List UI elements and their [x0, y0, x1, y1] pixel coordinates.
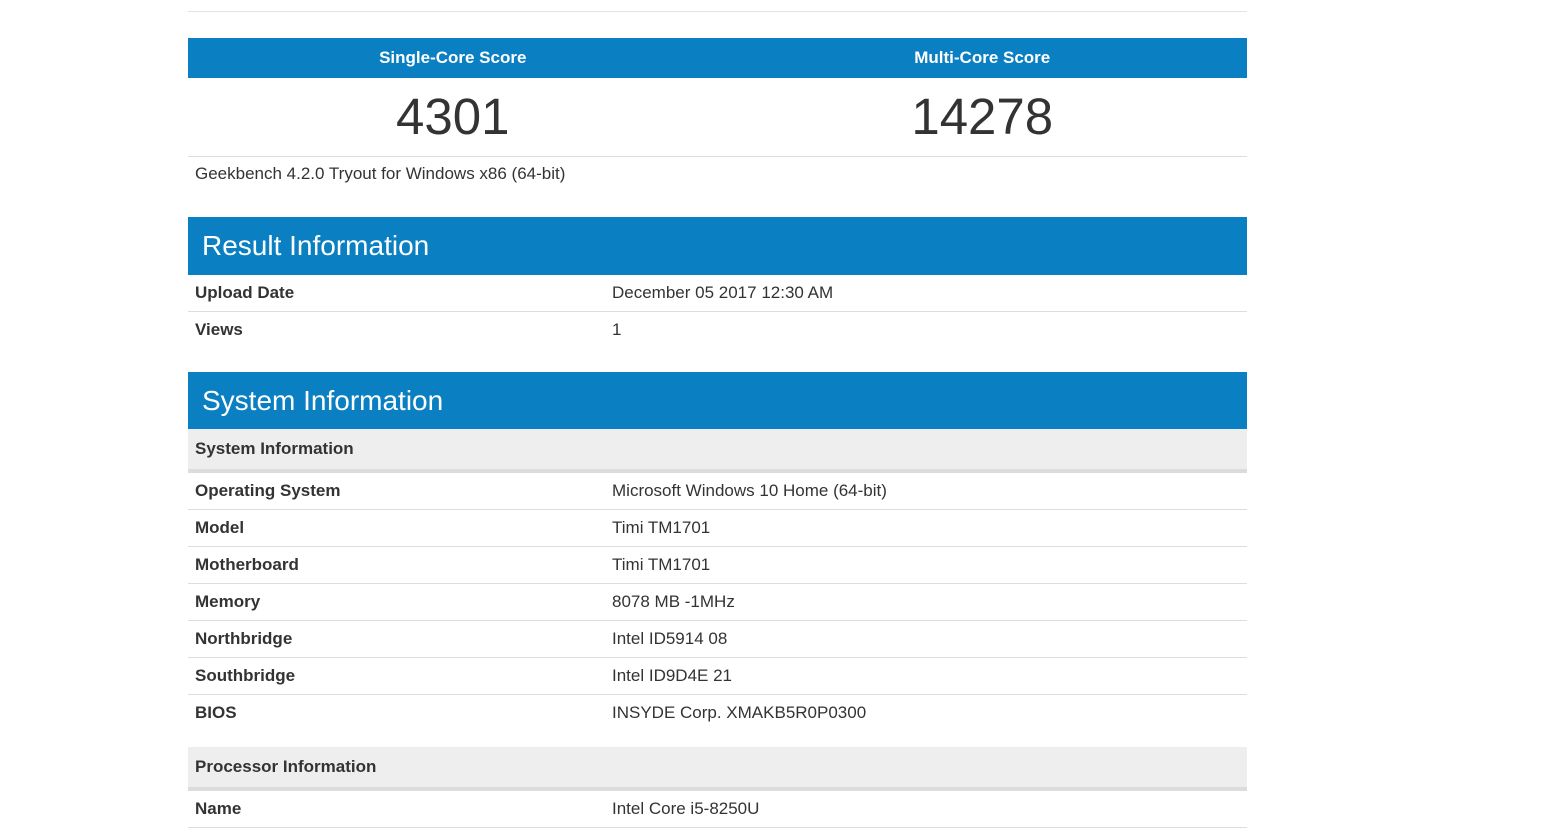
table-row: Views 1: [188, 312, 1247, 348]
row-key: Southbridge: [195, 666, 296, 685]
score-values: 4301 14278: [188, 78, 1247, 157]
processor-information-subheading: Processor Information: [188, 747, 1247, 791]
row-key: BIOS: [195, 703, 237, 722]
processor-information-table: Name Intel Core i5-8250U: [188, 791, 1247, 828]
row-value: Timi TM1701: [612, 555, 711, 574]
system-information-subheading: System Information: [188, 429, 1247, 473]
version-text: Geekbench 4.2.0 Tryout for Windows x86 (…: [195, 164, 566, 183]
single-core-score-label: Single-Core Score: [379, 48, 527, 67]
row-value: December 05 2017 12:30 AM: [612, 283, 834, 302]
row-key: Memory: [195, 592, 261, 611]
row-value: Intel ID5914 08: [612, 629, 728, 648]
table-row: Southbridge Intel ID9D4E 21: [188, 658, 1247, 695]
row-value: INSYDE Corp. XMAKB5R0P0300: [612, 703, 867, 722]
row-value: Microsoft Windows 10 Home (64-bit): [612, 481, 887, 500]
table-row: BIOS INSYDE Corp. XMAKB5R0P0300: [188, 695, 1247, 731]
table-row: Operating System Microsoft Windows 10 Ho…: [188, 473, 1247, 510]
multi-core-score-value: 14278: [911, 88, 1054, 145]
result-information-table: Upload Date December 05 2017 12:30 AM Vi…: [188, 275, 1247, 348]
benchmark-result-page: Single-Core Score Multi-Core Score 4301 …: [0, 0, 1567, 834]
row-key: Northbridge: [195, 629, 293, 648]
row-value: Intel ID9D4E 21: [612, 666, 733, 685]
score-header: Single-Core Score Multi-Core Score: [188, 38, 1247, 78]
row-value: Timi TM1701: [612, 518, 711, 537]
table-row: Name Intel Core i5-8250U: [188, 791, 1247, 828]
table-row: Northbridge Intel ID5914 08: [188, 621, 1247, 658]
table-row: Motherboard Timi TM1701: [188, 547, 1247, 584]
row-value: 8078 MB -1MHz: [612, 592, 735, 611]
top-divider: [188, 11, 1247, 12]
multi-core-score-label: Multi-Core Score: [914, 48, 1051, 67]
row-key: Motherboard: [195, 555, 299, 574]
row-key: Operating System: [195, 481, 341, 500]
result-information-header: Result Information: [188, 217, 1247, 275]
system-information-table: Operating System Microsoft Windows 10 Ho…: [188, 473, 1247, 731]
row-value: 1: [612, 320, 622, 339]
system-information-header: System Information: [188, 372, 1247, 429]
row-key: Model: [195, 518, 245, 537]
score-table: Single-Core Score Multi-Core Score 4301 …: [188, 38, 1247, 157]
table-row: Model Timi TM1701: [188, 510, 1247, 547]
single-core-score-value: 4301: [396, 88, 510, 145]
table-row: Upload Date December 05 2017 12:30 AM: [188, 275, 1247, 312]
row-key: Views: [195, 320, 243, 339]
row-key: Upload Date: [195, 283, 295, 302]
row-key: Name: [195, 799, 242, 818]
row-value: Intel Core i5-8250U: [612, 799, 760, 818]
table-row: Memory 8078 MB -1MHz: [188, 584, 1247, 621]
